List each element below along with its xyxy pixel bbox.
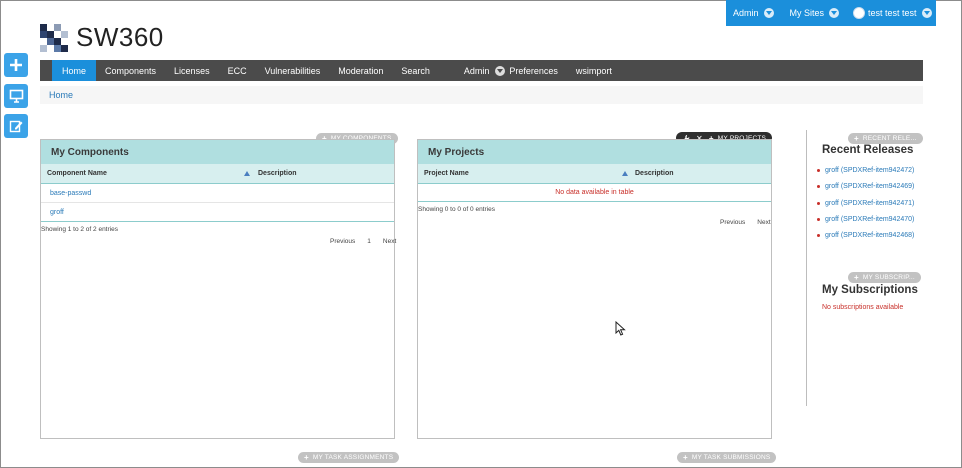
edit-icon (9, 120, 23, 133)
my-projects-table-header: Project Name Description (418, 164, 771, 184)
dock-user-menu[interactable]: test test test (853, 7, 932, 19)
site-view-button[interactable] (4, 84, 28, 108)
recent-releases-pill-label: RECENT RELE... (862, 135, 917, 142)
site-logo[interactable]: SW360 (40, 22, 164, 53)
release-label: groff (SPDXRef-item942468) (825, 232, 915, 239)
pagination: Previous 1 Next (330, 238, 396, 245)
dock-mysites-label: My Sites (789, 8, 825, 18)
release-label: groff (SPDXRef-item942471) (825, 200, 915, 207)
my-subscriptions-title: My Subscriptions (822, 284, 918, 296)
nav-item-components[interactable]: Components (96, 60, 165, 81)
bullet-icon (817, 234, 820, 237)
monitor-icon (9, 89, 23, 103)
page-number[interactable]: 1 (367, 238, 371, 245)
my-task-assignments-portlet-handle[interactable]: + MY TASK ASSIGNMENTS (298, 452, 400, 463)
next-link[interactable]: Next (383, 238, 396, 245)
col-description[interactable]: Description (258, 170, 297, 177)
breadcrumb-home[interactable]: Home (49, 90, 73, 100)
next-link[interactable]: Next (757, 219, 770, 226)
table-row[interactable]: base-passwd (41, 184, 394, 203)
component-link[interactable]: base-passwd (50, 190, 91, 197)
main-nav: Home Components Licenses ECC Vulnerabili… (40, 60, 923, 81)
my-subscriptions-pill-label: MY SUBSCRIP... (862, 274, 915, 281)
nav-preferences-label: Preferences (509, 65, 558, 76)
component-link[interactable]: groff (50, 209, 64, 216)
chevron-down-icon (829, 8, 840, 18)
empty-table-message: No data available in table (418, 184, 771, 202)
my-components-table-header: Component Name Description (41, 164, 394, 184)
edit-button[interactable] (4, 114, 28, 138)
bullet-icon (817, 185, 820, 188)
col-component-name[interactable]: Component Name (47, 170, 107, 177)
sort-asc-icon[interactable] (244, 171, 250, 176)
dock-admin-label: Admin (733, 8, 759, 18)
move-icon: + (854, 134, 859, 143)
previous-link[interactable]: Previous (720, 219, 745, 226)
nav-item-preferences[interactable]: Preferences (492, 60, 567, 81)
my-projects-title: My Projects (418, 140, 771, 164)
my-subscriptions-portlet-handle[interactable]: + MY SUBSCRIP... (848, 272, 921, 283)
release-link[interactable]: groff (SPDXRef-item942472) (817, 167, 914, 174)
dock-bar: Admin My Sites test test test (726, 0, 936, 26)
bullet-icon (817, 218, 820, 221)
my-task-submissions-portlet-handle[interactable]: + MY TASK SUBMISSIONS (677, 452, 777, 463)
my-projects-portlet: My Projects Project Name Description No … (417, 139, 772, 439)
table-row[interactable]: groff (41, 203, 394, 222)
sort-asc-icon[interactable] (622, 171, 628, 176)
dock-mysites-menu[interactable]: My Sites (790, 8, 840, 18)
pagination: Previous Next (720, 219, 771, 226)
release-label: groff (SPDXRef-item942470) (825, 216, 915, 223)
move-icon: + (854, 273, 859, 282)
release-label: groff (SPDXRef-item942472) (825, 167, 915, 174)
logo-icon (40, 23, 68, 52)
chevron-down-icon (921, 8, 932, 18)
move-icon: + (304, 453, 309, 462)
chevron-down-icon (763, 8, 774, 18)
recent-releases-title: Recent Releases (822, 144, 914, 156)
bullet-icon (817, 169, 820, 172)
nav-item-licenses[interactable]: Licenses (165, 60, 219, 81)
nav-item-admin[interactable]: Admin (455, 60, 493, 81)
nav-item-wsimport[interactable]: wsimport (567, 60, 621, 81)
avatar (853, 7, 866, 19)
recent-releases-portlet-handle[interactable]: + RECENT RELE... (848, 133, 923, 144)
task-assignments-pill-label: MY TASK ASSIGNMENTS (312, 454, 394, 461)
previous-link[interactable]: Previous (330, 238, 355, 245)
release-link[interactable]: groff (SPDXRef-item942469) (817, 183, 914, 190)
release-link[interactable]: groff (SPDXRef-item942471) (817, 200, 914, 207)
col-description[interactable]: Description (635, 170, 674, 177)
no-subscriptions-message: No subscriptions available (822, 304, 904, 311)
release-link[interactable]: groff (SPDXRef-item942468) (817, 232, 914, 239)
site-title: SW360 (76, 22, 164, 52)
task-submissions-pill-label: MY TASK SUBMISSIONS (691, 454, 771, 461)
nav-item-moderation[interactable]: Moderation (329, 60, 392, 81)
column-divider (806, 130, 807, 406)
nav-item-home[interactable]: Home (52, 60, 97, 81)
mouse-cursor-icon (615, 321, 626, 336)
add-button[interactable] (4, 53, 28, 77)
table-info: Showing 1 to 2 of 2 entries (41, 226, 118, 233)
release-link[interactable]: groff (SPDXRef-item942470) (817, 216, 914, 223)
nav-item-vulnerabilities[interactable]: Vulnerabilities (256, 60, 330, 81)
nav-item-ecc[interactable]: ECC (219, 60, 256, 81)
nav-item-search[interactable]: Search (392, 60, 439, 81)
breadcrumb: Home (40, 86, 923, 104)
my-components-title: My Components (41, 140, 394, 164)
table-info: Showing 0 to 0 of 0 entries (418, 206, 495, 213)
dock-user-label: test test test (868, 8, 917, 18)
plus-icon (10, 59, 22, 71)
release-label: groff (SPDXRef-item942469) (825, 183, 915, 190)
chevron-down-icon (495, 65, 506, 76)
dock-admin-menu[interactable]: Admin (733, 8, 774, 18)
my-components-portlet: My Components Component Name Description… (40, 139, 396, 439)
move-icon: + (683, 453, 688, 462)
bullet-icon (817, 202, 820, 205)
col-project-name[interactable]: Project Name (424, 170, 469, 177)
